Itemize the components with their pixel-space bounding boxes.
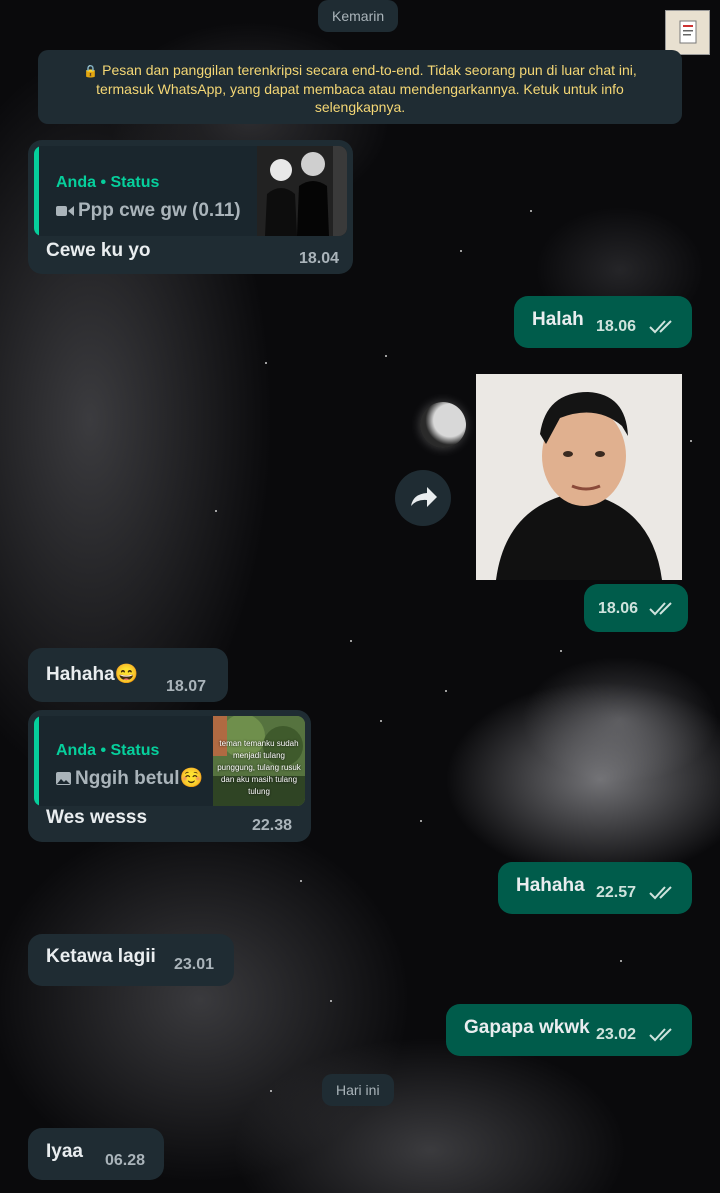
quote-text: Nggih betul☺️: [75, 768, 204, 789]
message-time: 18.07: [166, 678, 207, 695]
message-text: Ketawa lagii: [46, 946, 156, 967]
date-divider-yesterday: Kemarin: [318, 0, 399, 32]
encryption-notice[interactable]: 🔒 Pesan dan panggilan terenkripsi secara …: [38, 50, 682, 124]
double-check-icon: [649, 886, 672, 900]
forward-button[interactable]: [395, 470, 451, 526]
message-text: Gapapa wkwk: [464, 1017, 590, 1038]
message-time: 18.06: [598, 600, 639, 617]
message-outgoing[interactable]: Gapapa wkwk 23.02: [446, 1004, 692, 1056]
message-outgoing[interactable]: Halah 18.06: [514, 296, 692, 348]
double-check-icon: [649, 1028, 672, 1042]
double-check-icon: [649, 320, 672, 334]
encryption-notice-text: Pesan dan panggilan terenkripsi secara e…: [96, 62, 637, 115]
status-thumbnail: [257, 146, 347, 236]
quote-text: Ppp cwe gw (0.11): [78, 200, 241, 221]
message-time: 22.57: [596, 884, 637, 901]
moon-decoration: [420, 402, 466, 448]
message-image-meta: 18.06: [584, 584, 688, 632]
quote-author: Anda • Status: [56, 174, 160, 191]
status-thumbnail: teman temanku sudah menjadi tulang pungg…: [213, 716, 305, 806]
forward-icon: [411, 487, 437, 507]
quote-accent-bar: [34, 146, 39, 236]
message-time: 23.01: [174, 956, 215, 973]
message-time: 06.28: [105, 1152, 146, 1169]
date-divider-label: Kemarin: [332, 8, 385, 24]
message-text: Cewe ku yo: [46, 240, 151, 261]
image-icon: [56, 772, 71, 786]
message-outgoing[interactable]: Hahaha 22.57: [498, 862, 692, 914]
message-text: Hahaha: [516, 875, 585, 896]
quoted-status[interactable]: Anda • Status Ppp cwe gw (0.11): [34, 146, 347, 236]
double-check-icon: [649, 602, 672, 616]
quote-author: Anda • Status: [56, 742, 160, 759]
message-incoming[interactable]: Anda • Status Ppp cwe gw (0.11) Cewe ku …: [28, 140, 353, 274]
date-divider-today: Hari ini: [322, 1074, 394, 1106]
quote-caption: Nggih betul☺️: [56, 766, 203, 790]
message-text: Wes wesss: [46, 807, 148, 828]
message-incoming[interactable]: Ketawa lagii 23.01: [28, 934, 234, 986]
message-text: Hahaha😄: [46, 664, 139, 685]
lock-icon: 🔒: [83, 64, 99, 78]
thumbnail-caption: teman temanku sudah menjadi tulang pungg…: [217, 739, 301, 796]
message-time: 23.02: [596, 1026, 637, 1043]
message-incoming[interactable]: Hahaha😄 18.07: [28, 648, 228, 702]
message-image[interactable]: [476, 374, 682, 580]
date-divider-label: Hari ini: [336, 1082, 380, 1098]
quote-accent-bar: [34, 716, 39, 806]
video-icon: [56, 205, 74, 216]
quote-caption: Ppp cwe gw (0.11): [56, 200, 241, 222]
message-time: 22.38: [252, 817, 293, 834]
message-text: Iyaa: [46, 1141, 83, 1162]
message-incoming[interactable]: Iyaa 06.28: [28, 1128, 164, 1180]
message-incoming[interactable]: Anda • Status Nggih betul☺️ teman temank…: [28, 710, 311, 842]
message-time: 18.06: [596, 318, 637, 335]
profile-thumbnail[interactable]: [665, 10, 710, 55]
message-time: 18.04: [298, 250, 339, 267]
message-text: Halah: [532, 309, 584, 330]
quoted-status[interactable]: Anda • Status Nggih betul☺️ teman temank…: [34, 716, 305, 806]
